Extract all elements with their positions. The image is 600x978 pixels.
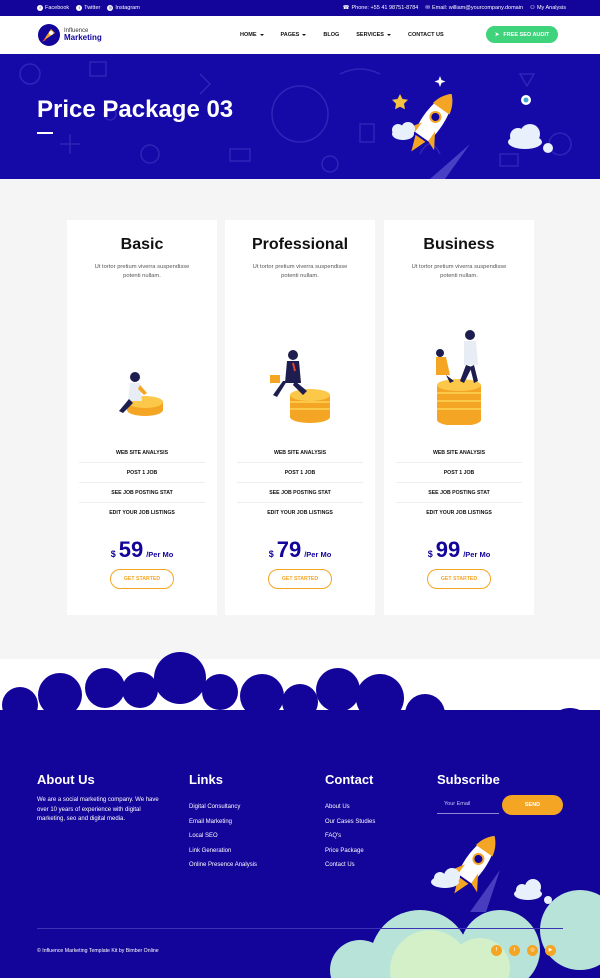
footer-link[interactable]: Online Presence Analysis [189,858,257,873]
plan-feature: EDIT YOUR JOB LISTINGS [109,510,175,516]
plan-feature: SEE JOB POSTING STAT [237,483,363,503]
chevron-down-icon [259,34,264,36]
footer-link[interactable]: Contact Us [325,858,375,873]
twitter-link[interactable]: t Twitter [76,5,100,11]
plan-description: Ut tortor pretium viverra suspendisse po… [411,264,507,279]
facebook-icon: f [37,5,43,11]
email-input[interactable]: Your Email [437,796,499,814]
footer-contact-title: Contact [325,772,374,787]
footer-link[interactable]: Price Package [325,844,375,859]
send-button[interactable]: SEND [502,795,563,815]
footer-link[interactable]: About Us [325,800,375,815]
person-climbing-coins-illustration [270,350,330,423]
plan-feature: POST 1 JOB [79,463,205,483]
page-title: Price Package 03 [37,96,234,123]
footer-links-list: Digital Consultancy Email Marketing Loca… [189,800,257,873]
account-link[interactable]: ⚇ My Analysis [530,5,566,11]
person-on-coins-illustration [119,372,163,416]
plan-feature: WEB SITE ANALYSIS [396,443,522,463]
chevron-down-icon [386,34,391,36]
get-started-button[interactable]: GET STARTED [110,569,174,589]
phone-icon: ☎ [342,5,350,11]
plan-feature: POST 1 JOB [237,463,363,483]
top-bar: f Facebook t Twitter ◎ Instagram ☎ Phone: +5… [0,0,600,16]
footer-link[interactable]: Local SEO [189,829,257,844]
footer-about-title: About Us [37,772,95,787]
twitter-icon: t [76,5,83,11]
nav-blog[interactable]: BLOG [323,32,339,38]
nav-pages[interactable]: PAGES [281,32,307,38]
instagram-link[interactable]: ◎ Instagram [107,5,140,11]
plan-description: Ut tortor pretium viverra suspendisse po… [94,264,190,279]
plan-feature: EDIT YOUR JOB LISTINGS [426,510,492,516]
user-icon: ⚇ [530,5,535,11]
social-links: f Facebook t Twitter ◎ Instagram [37,5,140,11]
plan-name: Basic [120,236,164,253]
brand-name: Influence Marketing [64,28,102,42]
brand-logo[interactable]: Influence Marketing [37,23,102,47]
plan-price: $ 59 /Per Mo [110,537,174,562]
mail-icon: ✉ [425,5,430,11]
footer-link[interactable]: Email Marketing [189,815,257,830]
footer-divider [37,928,563,929]
rocket-logo-icon [38,24,60,46]
plan-feature: EDIT YOUR JOB LISTINGS [267,510,333,516]
copyright-text: © Influence Marketing Template Kit by Bi… [37,948,159,954]
plan-feature: WEB SITE ANALYSIS [237,443,363,463]
email-info[interactable]: ✉ Email: william@yourcompany.domain [425,5,523,11]
twitter-icon[interactable]: t [509,945,520,956]
rocket-icon: ➤ [494,31,500,38]
pricing-card-business: Business Ut tortor pretium viverra suspe… [384,220,534,615]
footer-contact-list: About Us Our Cases Studies FAQ's Price P… [325,800,375,873]
contact-info: ☎ Phone: +55 41 98751-8784 ✉ Email: willia… [343,5,566,11]
footer-social-links: f t ◎ ▶ [491,945,556,956]
chevron-down-icon [302,34,307,36]
main-header: Influence Marketing HOME PAGES BLOG SERV… [0,16,600,54]
plan-feature: WEB SITE ANALYSIS [79,443,205,463]
footer-subscribe-title: Subscribe [437,772,500,787]
nav-services[interactable]: SERVICES [356,32,391,38]
plan-feature: POST 1 JOB [396,463,522,483]
people-on-coins-illustration [436,330,481,425]
plan-name: Business [423,236,495,253]
plan-price: $ 99 /Per Mo [427,537,491,562]
get-started-button[interactable]: GET STARTED [427,569,491,589]
footer-links-title: Links [189,772,223,787]
pricing-card-basic: Basic Ut tortor pretium viverra suspendi… [67,220,217,615]
instagram-icon[interactable]: ◎ [527,945,538,956]
page-hero: Price Package 03 [0,54,600,179]
phone-info: ☎ Phone: +55 41 98751-8784 [342,5,419,11]
title-underline [37,132,53,134]
main-menu: HOME PAGES BLOG SERVICES CONTACT US [240,16,444,54]
footer-link[interactable]: FAQ's [325,829,375,844]
footer-link[interactable]: Digital Consultancy [189,800,257,815]
facebook-link[interactable]: f Facebook [37,5,69,11]
youtube-icon[interactable]: ▶ [545,945,556,956]
instagram-icon: ◎ [107,5,114,11]
plan-description: Ut tortor pretium viverra suspendisse po… [252,264,348,279]
plan-name: Professional [251,236,349,253]
footer-link[interactable]: Link Generation [189,844,257,859]
free-seo-audit-button[interactable]: ➤ FREE SEO AUDIT [486,26,558,43]
footer-about-text: We are a social marketing company. We ha… [37,797,159,822]
nav-home[interactable]: HOME [240,32,264,38]
plan-feature: SEE JOB POSTING STAT [396,483,522,503]
footer-link[interactable]: Our Cases Studies [325,815,375,830]
pricing-card-professional: Professional Ut tortor pretium viverra s… [225,220,375,615]
nav-contact-us[interactable]: CONTACT US [408,32,444,38]
plan-price: $ 79 /Per Mo [268,537,332,562]
get-started-button[interactable]: GET STARTED [268,569,332,589]
facebook-icon[interactable]: f [491,945,502,956]
plan-feature: SEE JOB POSTING STAT [79,483,205,503]
